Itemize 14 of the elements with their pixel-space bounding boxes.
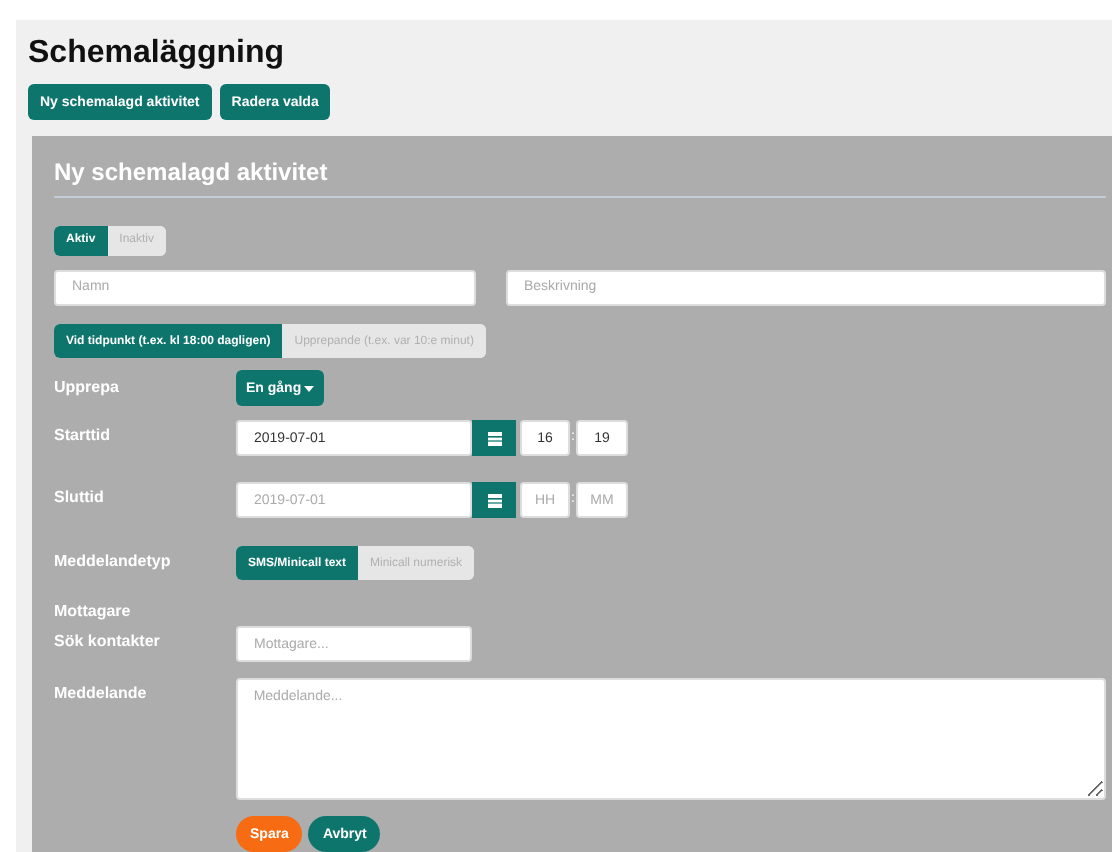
calendar-button[interactable]	[472, 482, 516, 518]
calendar-button[interactable]	[472, 420, 516, 456]
calendar-icon	[487, 431, 501, 445]
field-label: Sluttid	[54, 486, 106, 510]
field-label: Upprepa	[54, 376, 121, 400]
caret-icon	[303, 385, 314, 391]
calendar-icon	[487, 493, 501, 507]
form-title: Ny schemalagd aktivitet	[54, 156, 1106, 198]
field-label: Mottagare	[54, 600, 133, 624]
field-label: Meddelande	[54, 682, 149, 706]
field-label: Meddelandetyp	[54, 550, 173, 574]
field-label: Starttid	[54, 424, 112, 448]
field-label: Sök kontakter	[54, 630, 162, 654]
page-title: Schemaläggning	[28, 36, 287, 72]
